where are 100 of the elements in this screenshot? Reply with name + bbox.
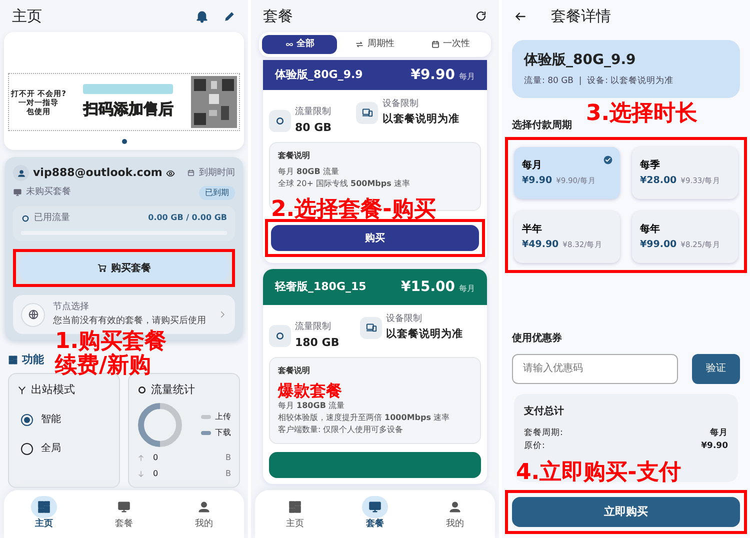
period-price: ¥28.00 — [640, 174, 677, 188]
dashboard-icon — [8, 355, 18, 366]
description-line: 全球 20+ 国际专线 500Mbps 速率 — [278, 178, 411, 190]
price-period: 每月 — [459, 70, 475, 82]
buy-button[interactable]: 购买 — [271, 225, 479, 251]
description-line: 相较体验版，速度提升至两倍 1000Mbps 速率 — [278, 412, 451, 424]
globe-glyph — [28, 309, 38, 320]
period-price: ¥49.90 — [522, 238, 559, 252]
filter-tab[interactable]: 一次性 — [412, 35, 488, 54]
person-icon — [16, 168, 26, 178]
nav-tab[interactable]: 套餐 — [99, 496, 149, 532]
account-email: vip888@outlook.com — [33, 165, 162, 181]
nav-tab[interactable]: 主页 — [270, 496, 320, 532]
status-badge: 已到期 — [199, 186, 235, 200]
repeat-icon — [355, 40, 364, 49]
chevron-icon — [218, 310, 227, 319]
ring-icon — [137, 384, 147, 395]
filter-tab[interactable]: 全部 — [262, 35, 338, 54]
expiry-label: 到期时间 — [199, 166, 235, 180]
summary-value: 每月 — [710, 426, 728, 440]
radio-button[interactable] — [21, 442, 33, 454]
calendar-icon — [430, 40, 440, 49]
description-line: 每月 80GB 流量 — [278, 166, 340, 178]
period-label: 每季 — [640, 158, 660, 174]
limit-value: 以套餐说明为准 — [382, 112, 460, 126]
summary-title: 支付总计 — [524, 404, 565, 419]
limit-value: 180 GB — [295, 334, 340, 350]
up-arrow-icon — [137, 454, 145, 462]
verify-button[interactable]: 验证 — [692, 354, 740, 384]
mode-option[interactable]: 全局 — [21, 441, 111, 456]
monitor-icon — [13, 188, 22, 197]
nav-tab[interactable]: 我的 — [179, 496, 229, 532]
check-icon — [603, 154, 613, 165]
filter-tab[interactable]: 周期性 — [337, 35, 413, 54]
annotation-text: 4.立即购买-支付 — [516, 461, 681, 486]
price-period: 每月 — [459, 282, 475, 294]
legend-label: 上传 — [215, 411, 231, 423]
refresh-icon[interactable] — [475, 10, 487, 22]
description-title: 套餐说明 — [278, 365, 311, 377]
coupon-input[interactable]: 请输入优惠码 — [512, 354, 678, 384]
edit-icon[interactable] — [223, 10, 236, 22]
annotation-text: 续费/新购 — [55, 354, 152, 378]
node-label: 节点选择 — [53, 301, 90, 314]
limit-label: 设备限制 — [382, 98, 420, 111]
person-icon — [197, 500, 211, 514]
infinity-icon — [284, 40, 294, 49]
ring-glyph — [275, 331, 285, 341]
stats-title: 流量统计 — [151, 382, 195, 398]
summary-label: 套餐周期: — [524, 426, 563, 440]
nav-tab[interactable]: 主页 — [19, 496, 69, 532]
option-label: 智能 — [41, 412, 61, 427]
outbound-title: 出站模式 — [31, 382, 75, 398]
section-title: 选择付款周期 — [512, 118, 573, 133]
nav-tab[interactable]: 我的 — [430, 496, 480, 532]
buy-plan-button[interactable]: 购买套餐 — [19, 255, 229, 281]
limit-value: 80 GB — [295, 120, 332, 136]
cart-icon — [97, 263, 107, 273]
plan-name: 体验版_80G_9.9 — [275, 66, 363, 83]
plan-price: ¥15.00 — [400, 278, 455, 296]
bell-icon[interactable] — [195, 9, 209, 23]
limit-label: 设备限制 — [386, 313, 424, 326]
annotation-text: 2.选择套餐-购买 — [271, 196, 436, 224]
stat-unit: B — [226, 452, 231, 464]
radio-button[interactable] — [21, 414, 33, 426]
mode-option[interactable]: 智能 — [21, 412, 111, 427]
node-message: 您当前没有有效的套餐，请购买后使用 — [53, 314, 207, 328]
buy-button[interactable] — [269, 452, 481, 478]
calendar-icon — [187, 169, 195, 178]
eye-icon[interactable] — [166, 168, 176, 178]
period-label: 半年 — [522, 222, 542, 238]
ring-glyph — [275, 116, 285, 126]
stat-value: 0 — [153, 452, 160, 464]
section-title: 使用优惠券 — [512, 332, 563, 346]
plan-info: 流量: 80 GB | 设备: 以套餐说明为准 — [524, 75, 675, 88]
device-glyph — [366, 322, 377, 334]
fork-icon — [17, 384, 27, 395]
period-price: ¥99.00 — [640, 238, 677, 252]
page-title: 套餐详情 — [551, 6, 611, 27]
monitor-icon — [368, 500, 382, 514]
donut-drawing — [137, 402, 183, 448]
plan-price: ¥9.90 — [410, 66, 455, 84]
stat-value: 0 — [153, 468, 160, 480]
monitor-icon — [117, 500, 131, 514]
back-icon[interactable] — [514, 10, 527, 22]
limit-label: 流量限制 — [295, 106, 332, 119]
device-glyph — [362, 107, 373, 118]
down-arrow-icon — [137, 470, 145, 478]
plan-status: 未购买套餐 — [26, 186, 72, 199]
page-title: 主页 — [12, 6, 43, 27]
nav-tab[interactable]: 套餐 — [350, 496, 400, 532]
plan-name: 轻奢版_180G_15 — [275, 278, 366, 295]
banner-headline: 扫码添加售后 — [83, 98, 174, 120]
buy-now-button[interactable]: 立即购买 — [512, 497, 740, 527]
page-title: 套餐 — [263, 6, 294, 27]
summary-value: ¥9.90 — [701, 440, 728, 452]
description-title: 套餐说明 — [278, 150, 311, 162]
dashboard-icon — [288, 500, 302, 514]
traffic-label: 已用流量 — [34, 212, 71, 224]
description-line: 客户端数量: 仅限个人使用可多设备 — [278, 424, 404, 436]
limit-label: 流量限制 — [295, 321, 332, 334]
